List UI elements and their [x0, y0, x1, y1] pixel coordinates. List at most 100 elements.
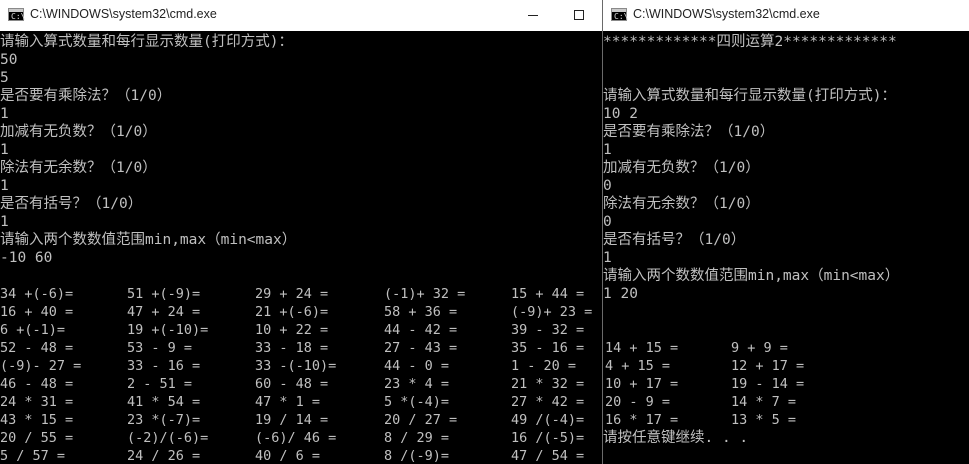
equation-cell: 49 /(-4)=: [511, 412, 585, 428]
equation-cell: 21 * 32 =: [511, 376, 585, 392]
equation-cell: 23 * 4 =: [384, 376, 450, 392]
equation-cell: (-9)- 27 =: [0, 358, 82, 374]
equation-cell: 5 / 57 =: [0, 448, 66, 464]
console-line: 加减有无负数？（1/0）: [603, 160, 760, 176]
minimize-icon: [528, 15, 538, 16]
equation-cell: (-6)/ 46 =: [255, 430, 337, 446]
equation-cell: 19 +(-10)=: [127, 322, 209, 338]
console-output[interactable]: *************四则运算2************* 请输入算式数量和每…: [603, 31, 969, 464]
console-line: 1: [603, 142, 612, 158]
console-line: 1: [0, 214, 9, 230]
console-line: 1: [0, 106, 9, 122]
equation-cell: 16 * 17 =: [605, 412, 679, 428]
console-line: 除法有无余数？（1/0）: [0, 160, 157, 176]
equation-cell: 44 - 42 =: [384, 322, 458, 338]
console-line: 0: [603, 178, 612, 194]
equation-cell: 9 + 9 =: [731, 340, 788, 356]
equation-cell: 10 + 22 =: [255, 322, 329, 338]
equation-cell: 27 - 43 =: [384, 340, 458, 356]
equation-cell: 6 +(-1)=: [0, 322, 66, 338]
console-line: 是否要有乘除法？（1/0）: [0, 88, 172, 104]
console-line: 5: [0, 70, 9, 86]
equation-cell: 14 * 7 =: [731, 394, 797, 410]
console-line: 请输入两个数数值范围min,max（min<max）: [603, 268, 900, 284]
equation-cell: 46 - 48 =: [0, 376, 74, 392]
equation-cell: 47 / 54 =: [511, 448, 585, 464]
console-line: 请输入算式数量和每行显示数量(打印方式)：: [603, 88, 896, 104]
cmd-icon: C:\: [8, 8, 25, 21]
console-line: 是否有括号？（1/0）: [0, 196, 143, 212]
equation-cell: 24 * 31 =: [0, 394, 74, 410]
console-output[interactable]: 请输入算式数量和每行显示数量(打印方式)： 50 5 是否要有乘除法？（1/0） 1 加减…: [0, 31, 602, 464]
equation-cell: 60 - 48 =: [255, 376, 329, 392]
console-line: 请输入算式数量和每行显示数量(打印方式)：: [0, 34, 293, 50]
continue-prompt: 请按任意键继续. . .: [603, 430, 749, 446]
console-line: 是否要有乘除法？（1/0）: [603, 124, 775, 140]
equation-cell: 8 / 29 =: [384, 430, 450, 446]
console-line: 加减有无负数？（1/0）: [0, 124, 157, 140]
console-line: *************四则运算2*************: [603, 34, 897, 50]
equation-cell: 16 + 40 =: [0, 304, 74, 320]
console-line: 1: [603, 250, 612, 266]
equation-cell: 53 - 9 =: [127, 340, 193, 356]
minimize-button[interactable]: [510, 0, 556, 31]
console-line: 0: [603, 214, 612, 230]
left-cmd-window[interactable]: C:\ C:\WINDOWS\system32\cmd.exe 请输入算式数量和…: [0, 0, 602, 464]
equation-cell: 40 / 6 =: [255, 448, 321, 464]
console-line: 1: [0, 178, 9, 194]
console-line: 除法有无余数？（1/0）: [603, 196, 760, 212]
console-line: 50: [0, 52, 18, 68]
equation-cell: 1 - 20 =: [511, 358, 577, 374]
maximize-button[interactable]: [556, 0, 602, 31]
equation-cell: 29 + 24 =: [255, 286, 329, 302]
equation-cell: 12 + 17 =: [731, 358, 805, 374]
equation-cell: 4 + 15 =: [605, 358, 671, 374]
equation-cell: 10 + 17 =: [605, 376, 679, 392]
equation-cell: 8 /(-9)=: [384, 448, 450, 464]
right-cmd-window[interactable]: C:\ C:\WINDOWS\system32\cmd.exe ********…: [602, 0, 969, 464]
right-title-bar[interactable]: C:\ C:\WINDOWS\system32\cmd.exe: [603, 0, 969, 31]
left-title-bar[interactable]: C:\ C:\WINDOWS\system32\cmd.exe: [0, 0, 602, 31]
equation-cell: 34 +(-6)=: [0, 286, 74, 302]
equation-cell: 16 /(-5)=: [511, 430, 585, 446]
maximize-icon: [574, 10, 584, 20]
equation-cell: 20 / 55 =: [0, 430, 74, 446]
cmd-icon: C:\: [611, 8, 628, 21]
equation-cell: 47 + 24 =: [127, 304, 201, 320]
equation-cell: 5 *(-4)=: [384, 394, 450, 410]
equation-cell: (-9)+ 23 =: [511, 304, 593, 320]
equation-cell: 44 - 0 =: [384, 358, 450, 374]
equation-cell: 20 / 27 =: [384, 412, 458, 428]
console-line: 1 20: [603, 286, 638, 302]
equation-cell: 24 / 26 =: [127, 448, 201, 464]
window-title: C:\WINDOWS\system32\cmd.exe: [633, 7, 820, 21]
equation-cell: 27 * 42 =: [511, 394, 585, 410]
equation-cell: 15 + 44 =: [511, 286, 585, 302]
equation-cell: 14 + 15 =: [605, 340, 679, 356]
equation-cell: (-2)/(-6)=: [127, 430, 209, 446]
equation-cell: 51 +(-9)=: [127, 286, 201, 302]
equation-cell: 19 / 14 =: [255, 412, 329, 428]
equation-cell: 58 + 36 =: [384, 304, 458, 320]
equation-cell: 33 -(-10)=: [255, 358, 337, 374]
equation-cell: 52 - 48 =: [0, 340, 74, 356]
console-line: 是否有括号？（1/0）: [603, 232, 746, 248]
equation-cell: 19 - 14 =: [731, 376, 805, 392]
equation-cell: 20 - 9 =: [605, 394, 671, 410]
window-title: C:\WINDOWS\system32\cmd.exe: [30, 7, 217, 21]
equation-cell: 47 * 1 =: [255, 394, 321, 410]
equation-cell: 2 - 51 =: [127, 376, 193, 392]
console-line: -10 60: [0, 250, 53, 266]
equation-cell: 33 - 18 =: [255, 340, 329, 356]
console-line: 1: [0, 142, 9, 158]
equation-cell: 33 - 16 =: [127, 358, 201, 374]
equation-cell: (-1)+ 32 =: [384, 286, 466, 302]
equation-cell: 39 - 32 =: [511, 322, 585, 338]
equation-cell: 43 * 15 =: [0, 412, 74, 428]
equation-cell: 13 * 5 =: [731, 412, 797, 428]
console-line: 10 2: [603, 106, 638, 122]
console-line: 请输入两个数数值范围min,max（min<max）: [0, 232, 297, 248]
equation-cell: 23 *(-7)=: [127, 412, 201, 428]
equation-cell: 41 * 54 =: [127, 394, 201, 410]
equation-cell: 21 +(-6)=: [255, 304, 329, 320]
